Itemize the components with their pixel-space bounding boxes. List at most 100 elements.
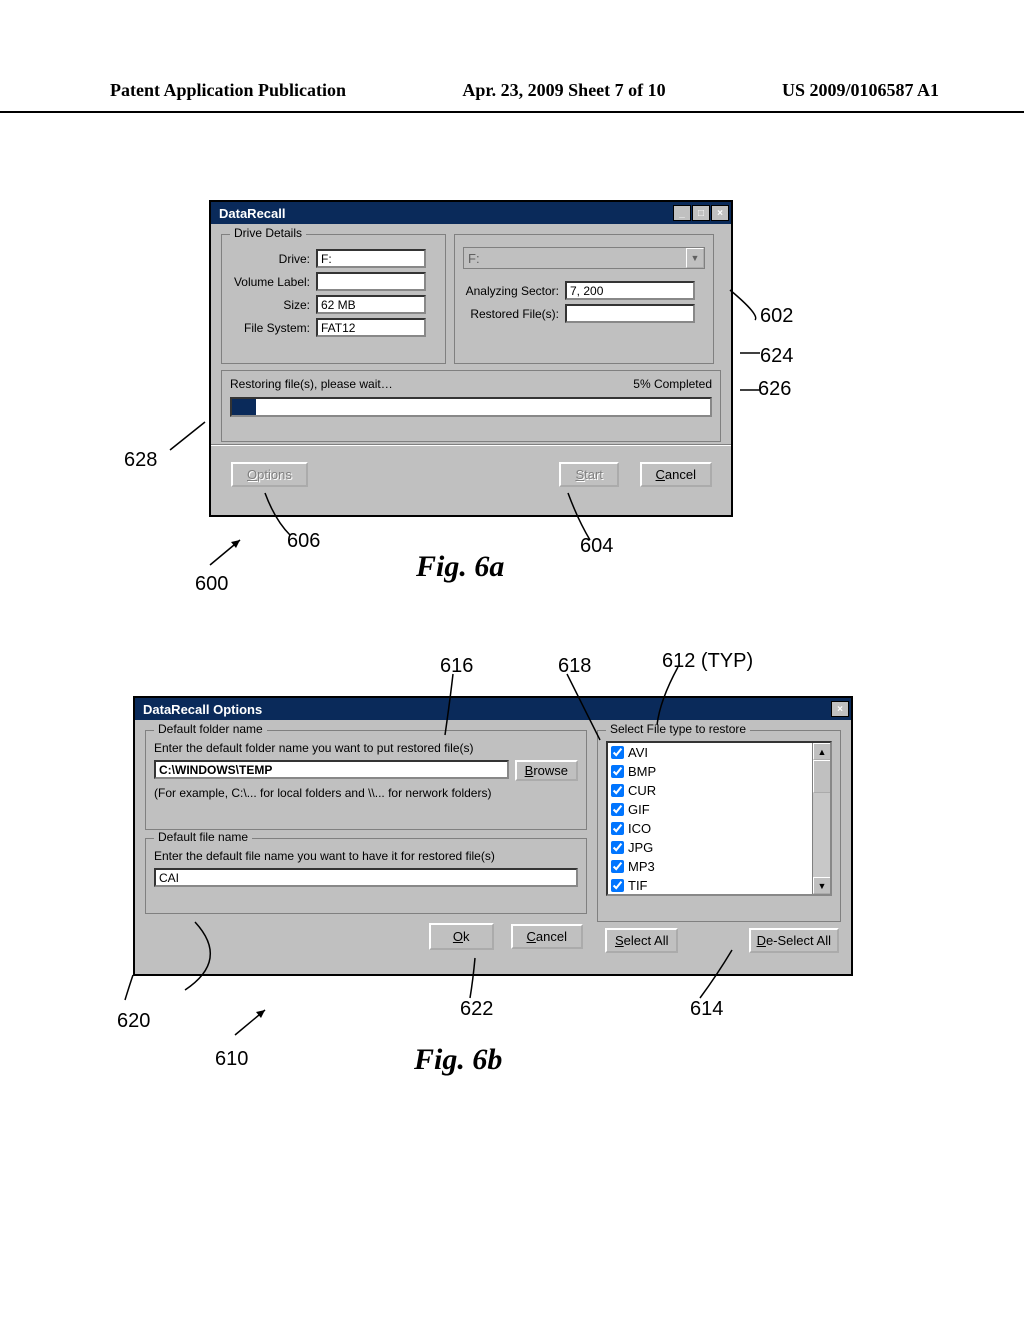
maximize-icon[interactable]: □: [692, 205, 710, 221]
filetype-checkbox[interactable]: [611, 841, 624, 854]
header-left: Patent Application Publication: [110, 80, 346, 101]
callout-622: 622: [460, 998, 493, 1021]
filetype-item[interactable]: BMP: [608, 762, 830, 781]
callout-616: 616: [440, 655, 473, 678]
file-prompt: Enter the default file name you want to …: [154, 849, 578, 863]
filetype-list[interactable]: AVI BMP CUR GIF ICO JPG MP3 TIF ▲ ▼: [606, 741, 832, 896]
filetype-item[interactable]: MP3: [608, 857, 830, 876]
dropdown-selected: F:: [468, 251, 480, 266]
size-field: 62 MB: [316, 295, 426, 314]
volume-field: [316, 272, 426, 291]
file-input[interactable]: [154, 868, 578, 887]
filetype-checkbox[interactable]: [611, 879, 624, 892]
folder-input[interactable]: [154, 760, 509, 779]
filetype-checkbox[interactable]: [611, 746, 624, 759]
scroll-down-icon[interactable]: ▼: [813, 877, 831, 894]
size-label: Size:: [230, 298, 316, 312]
filetype-group: Select File type to restore AVIBMPCURGIF…: [597, 730, 841, 922]
scrollbar[interactable]: ▲ ▼: [812, 743, 830, 894]
drive-field: F:: [316, 249, 426, 268]
drive-dropdown[interactable]: F: ▼: [463, 247, 705, 269]
window-title: DataRecall: [219, 206, 285, 221]
callout-620: 620: [117, 1010, 150, 1033]
titlebar-options[interactable]: DataRecall Options ×: [135, 698, 851, 720]
titlebar[interactable]: DataRecall _ □ ×: [211, 202, 731, 224]
restoring-message: Restoring file(s), please wait…: [230, 377, 393, 391]
browse-button[interactable]: Browse: [515, 760, 578, 781]
callout-626: 626: [758, 378, 791, 401]
filetype-item[interactable]: ICO: [608, 819, 830, 838]
filetype-checkbox[interactable]: [611, 822, 624, 835]
scroll-up-icon[interactable]: ▲: [813, 743, 831, 760]
minimize-icon[interactable]: _: [673, 205, 691, 221]
filetype-item[interactable]: AVI: [608, 743, 830, 762]
filetype-label: JPG: [628, 840, 653, 855]
filetype-label: MP3: [628, 859, 655, 874]
filetype-checkbox[interactable]: [611, 860, 624, 873]
callout-604: 604: [580, 535, 613, 558]
callout-628: 628: [124, 449, 157, 472]
options-button[interactable]: Options: [231, 462, 308, 487]
group-title-drive: Drive Details: [230, 226, 306, 240]
analyzing-field: 7, 200: [565, 281, 695, 300]
figure-caption-6a: Fig. 6a: [416, 550, 504, 584]
filetype-checkbox[interactable]: [611, 765, 624, 778]
group-title-types: Select File type to restore: [606, 722, 750, 736]
restored-label: Restored File(s):: [463, 307, 565, 321]
filetype-item[interactable]: CUR: [608, 781, 830, 800]
callout-624: 624: [760, 345, 793, 368]
close-icon[interactable]: ×: [831, 701, 849, 717]
page-header: Patent Application Publication Apr. 23, …: [0, 0, 1024, 113]
window-buttons: _ □ ×: [672, 205, 729, 221]
options-window: DataRecall Options × Default folder name…: [133, 696, 853, 976]
filetype-label: GIF: [628, 802, 650, 817]
callout-600: 600: [195, 573, 228, 596]
folder-hint: (For example, C:\... for local folders a…: [154, 786, 578, 800]
analyzing-label: Analyzing Sector:: [463, 284, 565, 298]
filetype-item[interactable]: TIF: [608, 876, 830, 895]
progress-fill: [232, 399, 256, 415]
status-group: F: ▼ Analyzing Sector:7, 200 Restored Fi…: [454, 234, 714, 364]
filetype-item[interactable]: JPG: [608, 838, 830, 857]
callout-606: 606: [287, 530, 320, 553]
ok-button[interactable]: Ok: [430, 924, 493, 949]
cancel-button-options[interactable]: Cancel: [511, 924, 583, 949]
start-button[interactable]: Start: [559, 462, 618, 487]
filetype-item[interactable]: GIF: [608, 800, 830, 819]
window-title-options: DataRecall Options: [143, 702, 262, 717]
filetype-label: CUR: [628, 783, 656, 798]
filetype-label: TIF: [628, 878, 648, 893]
callout-612: 612 (TYP): [662, 650, 753, 673]
folder-prompt: Enter the default folder name you want t…: [154, 741, 578, 755]
group-title-file: Default file name: [154, 830, 252, 844]
deselect-all-button[interactable]: De-Select All: [749, 928, 839, 953]
datarecall-window: DataRecall _ □ × Drive Details Drive: F: …: [209, 200, 733, 517]
header-right: US 2009/0106587 A1: [782, 80, 939, 101]
progress-percent: 5% Completed: [633, 377, 712, 391]
window-buttons-options: ×: [830, 701, 849, 717]
select-all-button[interactable]: Select All: [605, 928, 678, 953]
restored-field: [565, 304, 695, 323]
figure-caption-6b: Fig. 6b: [414, 1043, 502, 1077]
drive-label: Drive:: [230, 252, 316, 266]
callout-618: 618: [558, 655, 591, 678]
progress-bar: [230, 397, 712, 417]
filetype-checkbox[interactable]: [611, 803, 624, 816]
header-mid: Apr. 23, 2009 Sheet 7 of 10: [462, 80, 665, 101]
filetype-label: AVI: [628, 745, 648, 760]
filetype-checkbox[interactable]: [611, 784, 624, 797]
cancel-button[interactable]: Cancel: [641, 463, 711, 486]
callout-602: 602: [760, 305, 793, 328]
group-title-folder: Default folder name: [154, 722, 267, 736]
close-icon[interactable]: ×: [711, 205, 729, 221]
default-file-group: Default file name Enter the default file…: [145, 838, 587, 914]
fs-field: FAT12: [316, 318, 426, 337]
progress-group: Restoring file(s), please wait… 5% Compl…: [221, 370, 721, 442]
chevron-down-icon[interactable]: ▼: [686, 248, 704, 268]
filetype-label: BMP: [628, 764, 656, 779]
volume-label: Volume Label:: [230, 275, 316, 289]
default-folder-group: Default folder name Enter the default fo…: [145, 730, 587, 830]
callout-614: 614: [690, 998, 723, 1021]
callout-610: 610: [215, 1048, 248, 1071]
scroll-thumb[interactable]: [813, 760, 831, 793]
